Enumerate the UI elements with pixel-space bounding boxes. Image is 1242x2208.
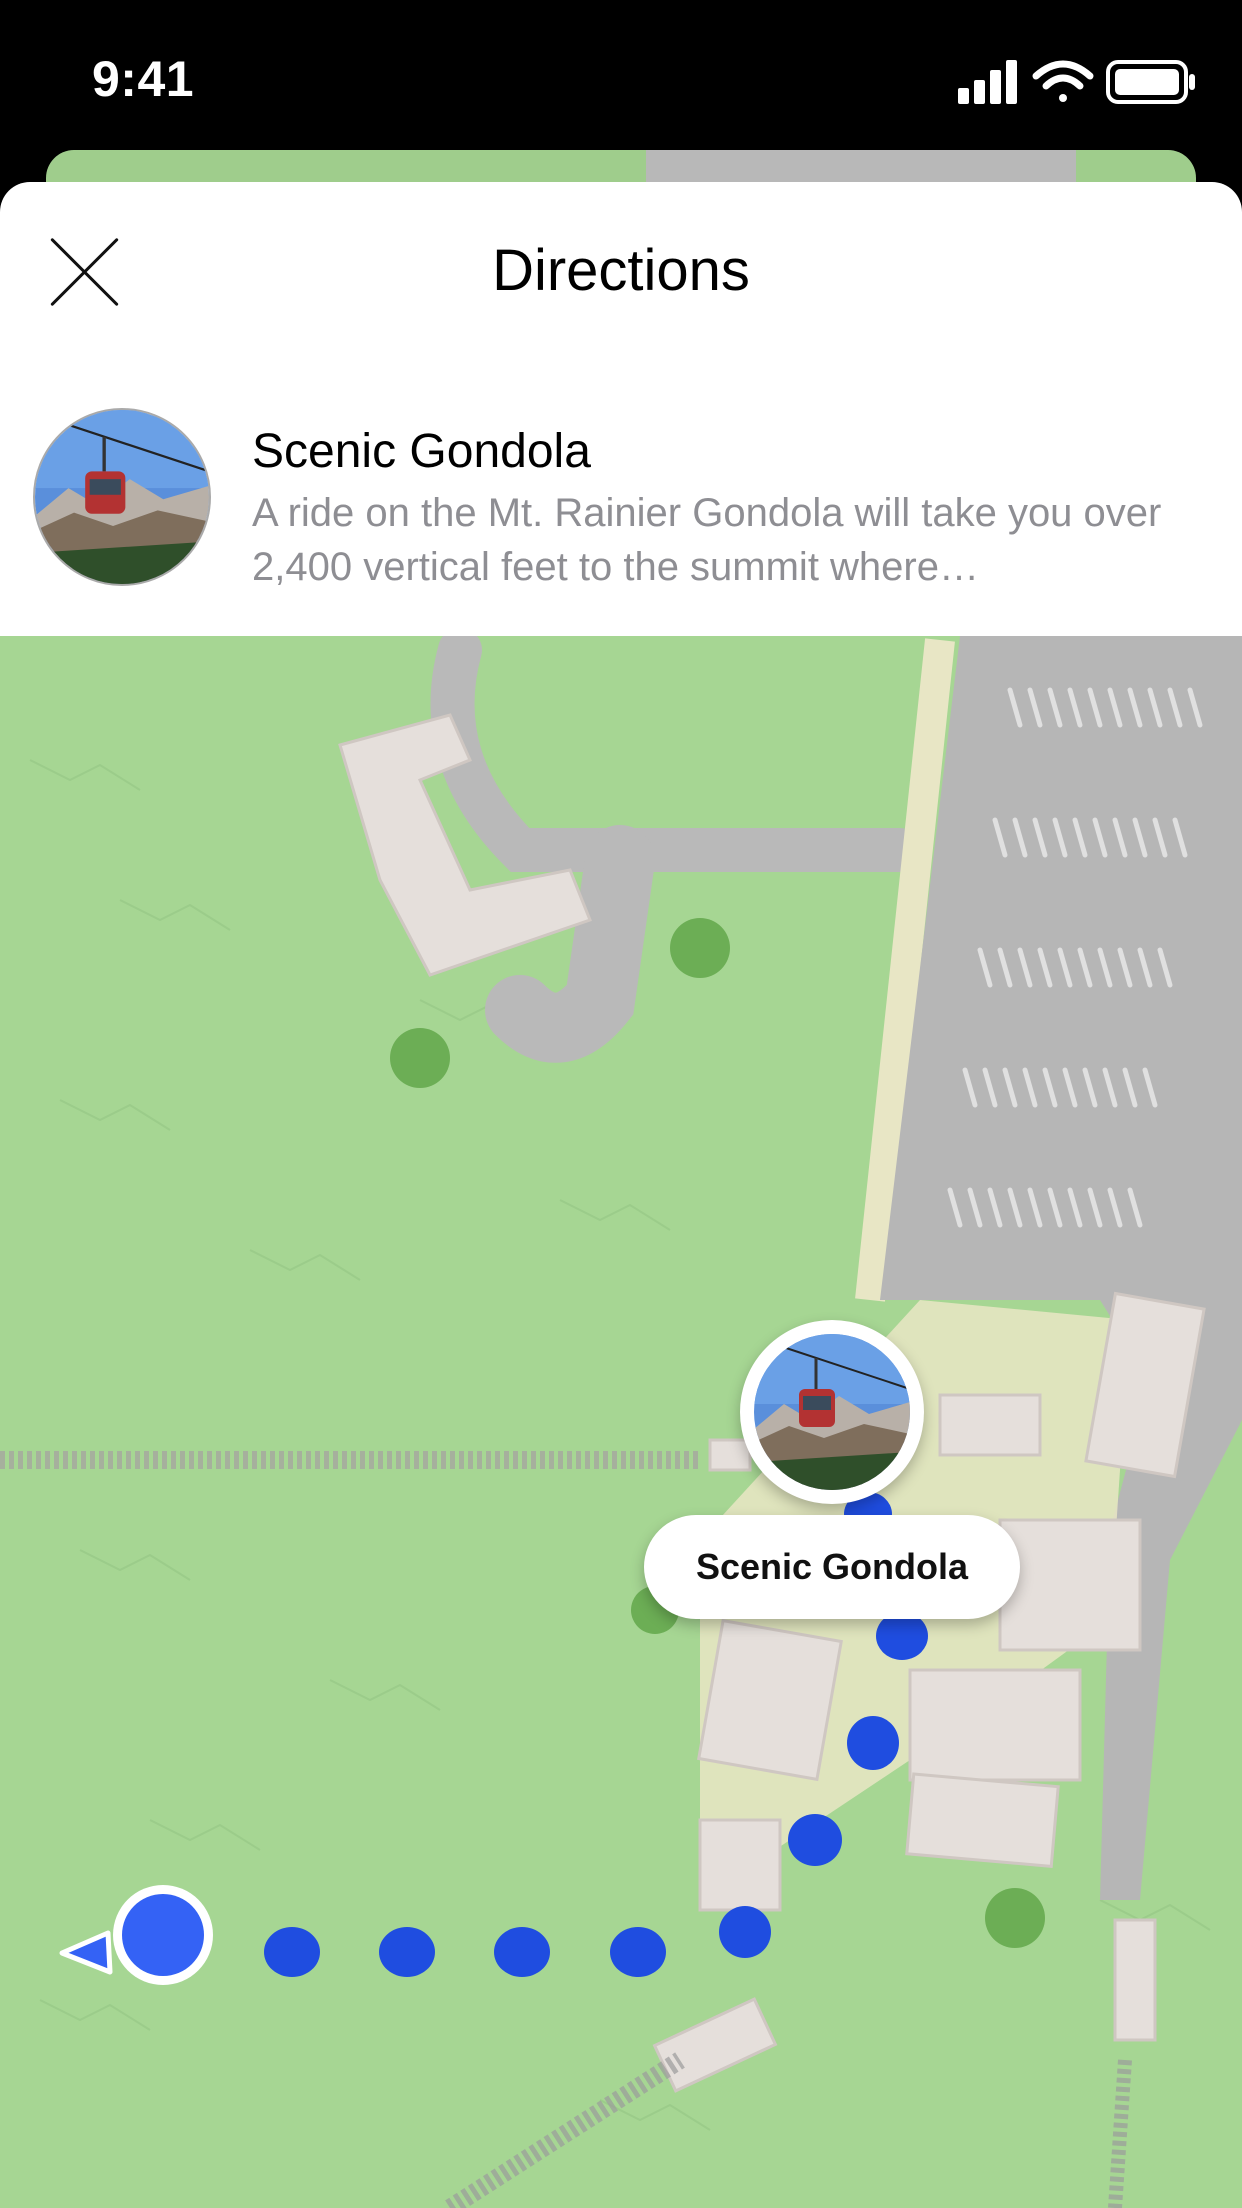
- place-description: A ride on the Mt. Rainier Gondola will t…: [252, 491, 1162, 589]
- route-dot: [847, 1716, 899, 1770]
- directions-sheet: Directions Scenic Gondola A ride on the …: [0, 182, 1242, 636]
- route-dot: [788, 1814, 842, 1866]
- status-icons: [958, 60, 1195, 104]
- route-overlay: [59, 1492, 928, 1985]
- place-name: Scenic Gondola: [252, 425, 591, 478]
- route-dot: [876, 1612, 928, 1660]
- sheet-title: Directions: [492, 238, 750, 303]
- user-location: [59, 1885, 213, 1985]
- gondola-photo: [754, 1334, 910, 1490]
- route-dot: [264, 1927, 320, 1977]
- gondola-photo: [35, 410, 209, 584]
- route-dot: [610, 1927, 666, 1977]
- status-bar: 9:41: [0, 0, 1242, 160]
- map-view[interactable]: Scenic Gondola: [0, 630, 1242, 2208]
- place-row[interactable]: Scenic Gondola A ride on the Mt. Rainier…: [0, 402, 1242, 602]
- signal-icon: [958, 60, 1017, 104]
- place-thumbnail: [33, 408, 211, 586]
- heading-arrow-icon: [59, 1930, 113, 1975]
- poi-pin[interactable]: [740, 1320, 924, 1504]
- route-dot: [494, 1927, 550, 1977]
- wifi-icon: [1032, 60, 1094, 102]
- route-dot: [719, 1906, 771, 1958]
- route-dot: [379, 1927, 435, 1977]
- status-time: 9:41: [92, 51, 195, 107]
- battery-icon: [1106, 60, 1195, 104]
- poi-label[interactable]: Scenic Gondola: [644, 1515, 1020, 1619]
